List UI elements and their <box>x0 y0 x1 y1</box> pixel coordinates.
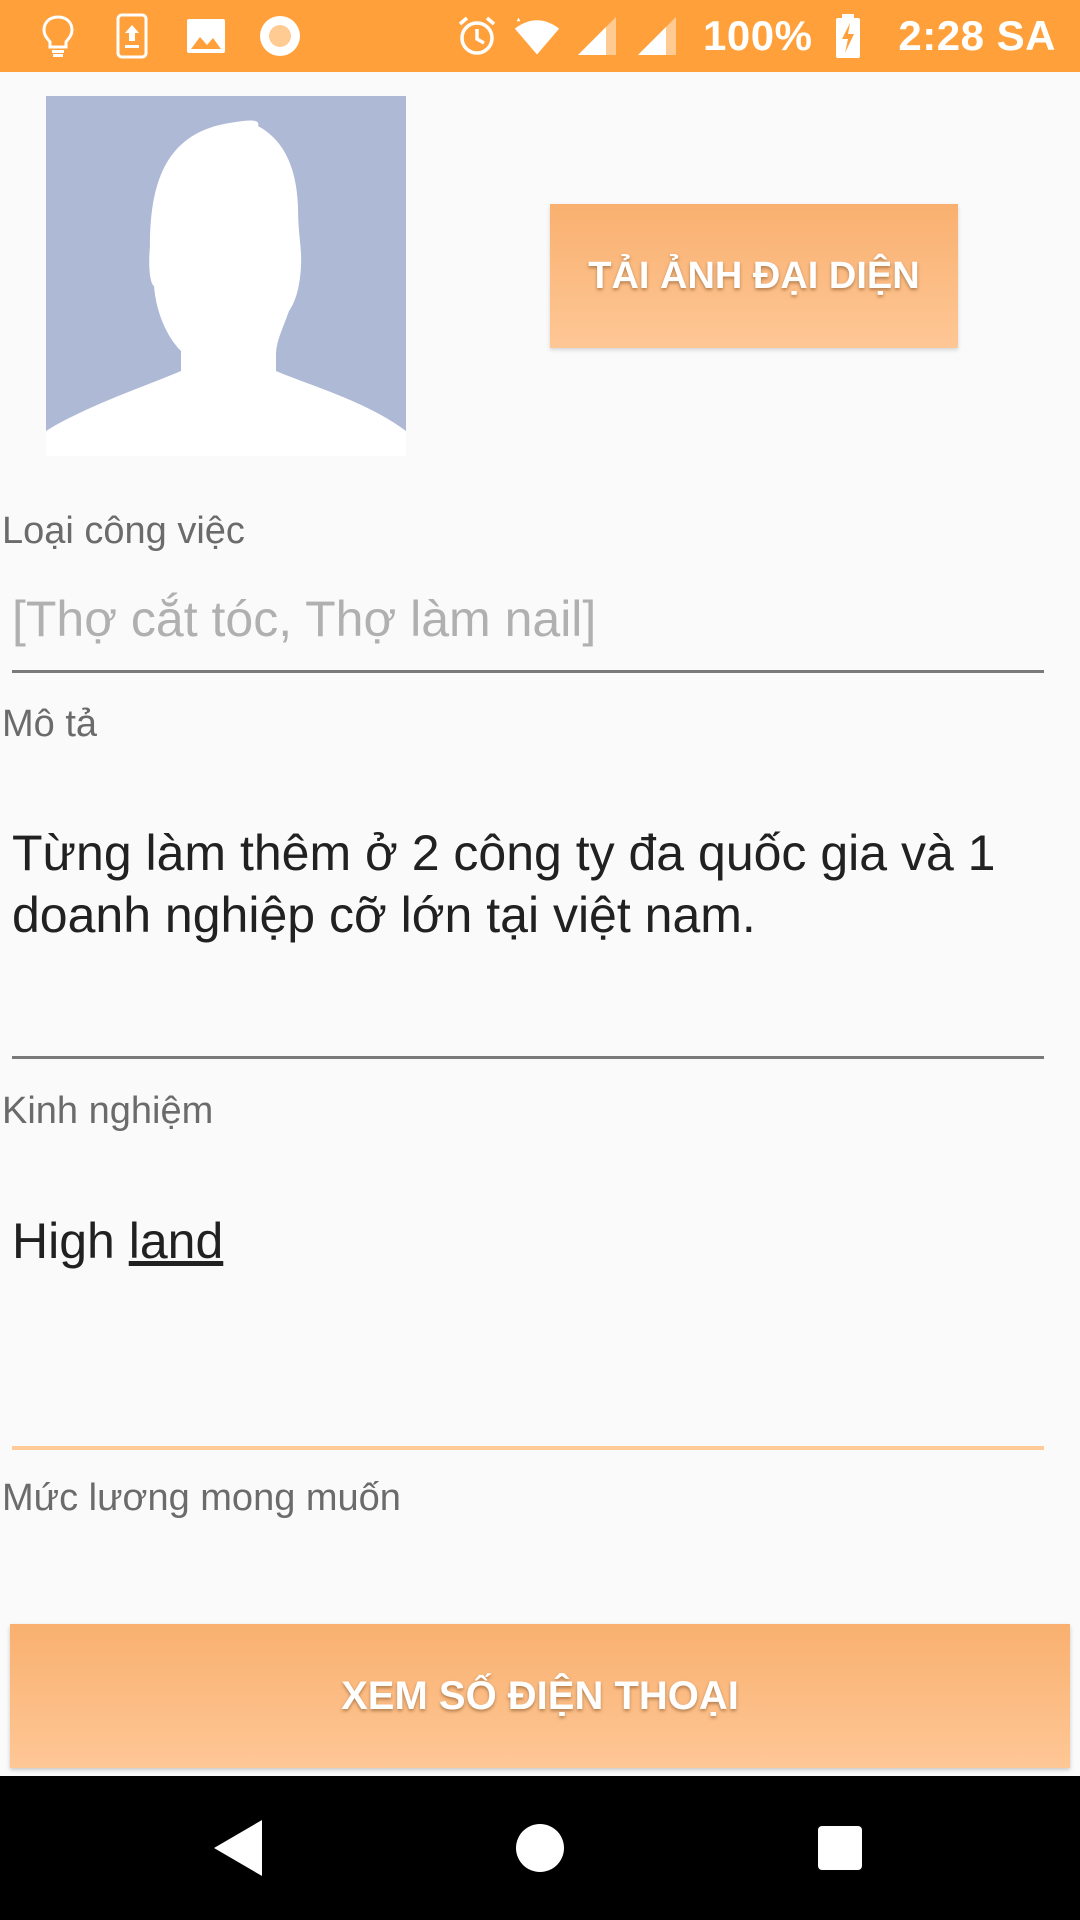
home-icon <box>516 1824 564 1872</box>
wifi-icon <box>513 12 561 60</box>
avatar <box>46 96 406 456</box>
alarm-icon <box>453 12 501 60</box>
experience-value-part1: High <box>12 1213 129 1269</box>
job-type-input[interactable]: [Thợ cắt tóc, Thợ làm nail] <box>12 590 1044 673</box>
recents-icon <box>818 1826 862 1870</box>
experience-value-part2: land <box>128 1213 224 1269</box>
profile-silhouette-icon <box>46 120 406 456</box>
description-label: Mô tả <box>2 703 98 745</box>
app-screen: 100% 2:28 SA TẢI ẢNH ĐẠI DIỆN Loại công … <box>0 0 1080 1920</box>
battery-percentage: 100% <box>703 12 813 59</box>
recents-button[interactable] <box>768 1776 912 1920</box>
experience-input[interactable]: High land <box>12 1210 1044 1450</box>
home-button[interactable] <box>468 1776 612 1920</box>
status-bar-left <box>34 12 304 60</box>
upload-avatar-button[interactable]: TẢI ẢNH ĐẠI DIỆN <box>550 204 958 348</box>
experience-label: Kinh nghiệm <box>2 1090 214 1132</box>
record-icon <box>256 12 304 60</box>
signal-icon <box>633 12 681 60</box>
signal-icon <box>573 12 621 60</box>
battery-charging-icon <box>824 12 872 60</box>
phone-update-icon <box>108 12 156 60</box>
description-value: Từng làm thêm ở 2 công ty đa quốc gia và… <box>12 825 996 943</box>
experience-value: High land <box>12 1210 223 1272</box>
lightbulb-icon <box>34 12 82 60</box>
job-type-placeholder: [Thợ cắt tóc, Thợ làm nail] <box>12 591 597 647</box>
back-button[interactable] <box>168 1776 312 1920</box>
salary-label: Mức lương mong muốn <box>2 1477 401 1519</box>
navigation-bar <box>0 1776 1080 1920</box>
description-input[interactable]: Từng làm thêm ở 2 công ty đa quốc gia và… <box>12 822 1044 1059</box>
status-bar-right: 100% 2:28 SA <box>453 10 1056 62</box>
job-type-label: Loại công việc <box>2 510 245 552</box>
image-icon <box>182 12 230 60</box>
clock: 2:28 SA <box>898 12 1056 59</box>
view-phone-button[interactable]: XEM SỐ ĐIỆN THOẠI <box>10 1624 1070 1768</box>
back-icon <box>214 1820 262 1876</box>
status-bar: 100% 2:28 SA <box>0 0 1080 72</box>
